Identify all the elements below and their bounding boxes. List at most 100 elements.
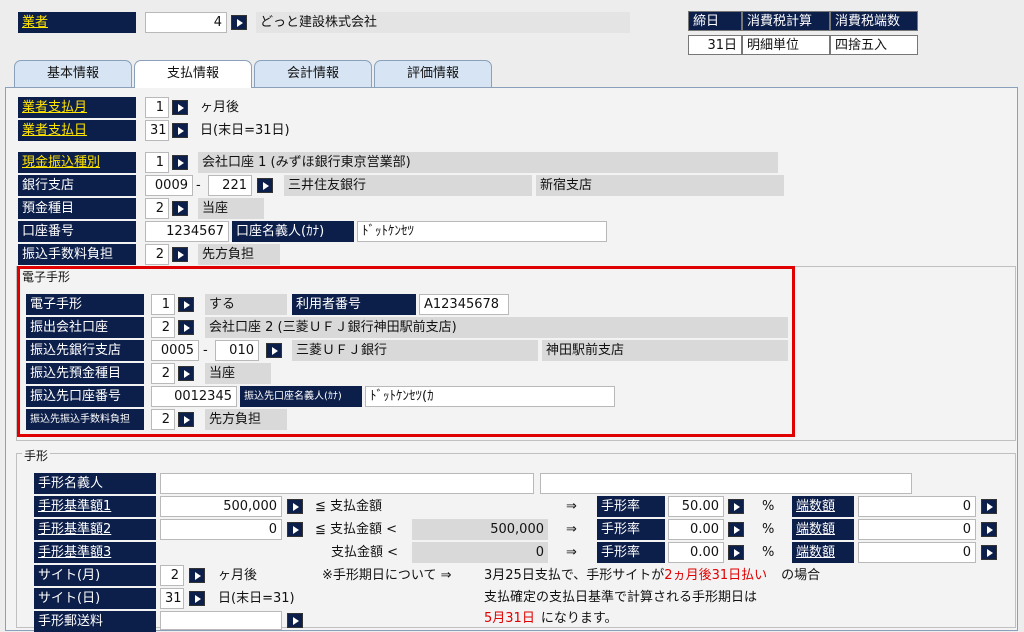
bill-postage-label: 手形郵送料	[34, 611, 156, 632]
dest-transfer-fee-button[interactable]	[178, 412, 194, 427]
bill-standard-1-op: ≦ 支払金額	[315, 499, 383, 514]
dest-deposit-type-label: 振込先預金種目	[26, 363, 144, 384]
bill-holder-input[interactable]	[160, 473, 534, 494]
denshi-flag-label: 電子手形	[26, 294, 144, 315]
bill-rate-2-unit: %	[762, 522, 775, 537]
bill-standard-2-input[interactable]: 0	[160, 519, 282, 540]
dest-account-number-label: 振込先口座番号	[26, 386, 144, 407]
transfer-fee-button[interactable]	[172, 247, 188, 262]
deposit-type-label: 預金種目	[18, 198, 136, 219]
denshi-flag-name: する	[205, 294, 287, 315]
bill-rate-1-button[interactable]	[728, 499, 744, 514]
account-number-label: 口座番号	[18, 221, 136, 242]
cash-transfer-type-input[interactable]: 1	[145, 152, 169, 173]
summary-header-closing-day: 締日	[688, 11, 742, 31]
issuing-account-label: 振出会社口座	[26, 317, 144, 338]
tegata-group-title: 手形	[22, 447, 51, 465]
bill-rate-2-label: 手形率	[597, 519, 665, 540]
site-day-label: サイト(日)	[34, 588, 156, 609]
account-holder-input[interactable]: ﾄﾞｯﾄｹﾝｾﾂ	[357, 221, 607, 242]
transfer-fee-input[interactable]: 2	[145, 244, 169, 265]
note-line-a: 3月25日支払で、手形サイトが2ヵ月後31日払い の場合	[484, 565, 820, 586]
site-day-input[interactable]: 31	[160, 588, 184, 609]
summary-tax-rounding: 四捨五入	[830, 35, 918, 55]
bank-lookup-button[interactable]	[257, 178, 273, 193]
vendor-name: どっと建設株式会社	[256, 12, 630, 33]
fraction-3-button[interactable]	[981, 545, 997, 560]
dest-transfer-fee-label: 振込先振込手数料負担	[26, 409, 144, 430]
account-number-input[interactable]: 1234567	[145, 221, 229, 242]
cash-transfer-type-name: 会社口座 1 (みずほ銀行東京営業部)	[198, 152, 778, 173]
fraction-2-input[interactable]: 0	[858, 519, 976, 540]
fraction-2-button[interactable]	[981, 522, 997, 537]
bill-standard-1-input[interactable]: 500,000	[160, 496, 282, 517]
bank-code-input[interactable]: 0009	[145, 175, 193, 196]
note-line-c: 5月31日 になります。	[484, 608, 618, 629]
rate-arrow-2: ⇒	[566, 522, 577, 537]
bill-standard-1-button[interactable]	[287, 499, 303, 514]
bill-rate-3-input[interactable]: 0.00	[668, 542, 724, 563]
dest-account-number-input[interactable]: 0012345	[151, 386, 237, 407]
user-number-input[interactable]: A12345678	[419, 294, 509, 315]
bill-standard-2-label: 手形基準額2	[34, 519, 156, 540]
fraction-3-input[interactable]: 0	[858, 542, 976, 563]
bill-postage-input[interactable]	[160, 611, 282, 630]
site-day-button[interactable]	[189, 591, 205, 606]
dest-bank-branch-label: 振込先銀行支店	[26, 340, 144, 361]
bill-rate-2-button[interactable]	[728, 522, 744, 537]
summary-closing-day: 31日	[688, 35, 742, 55]
site-month-button[interactable]	[189, 568, 205, 583]
bill-holder-kana-input[interactable]	[540, 473, 912, 494]
tab-accounting-info[interactable]: 会計情報	[254, 60, 372, 87]
payment-day-input[interactable]: 31	[145, 120, 169, 141]
note-line-b: 支払確定の支払日基準で計算される手形期日は	[484, 590, 758, 605]
vendor-code-input[interactable]: 4	[145, 12, 227, 33]
bill-postage-button[interactable]	[287, 613, 303, 628]
bill-standard-3-label: 手形基準額3	[34, 542, 156, 563]
bill-rate-3-label: 手形率	[597, 542, 665, 563]
deposit-type-button[interactable]	[172, 201, 188, 216]
denshi-flag-input[interactable]: 1	[151, 294, 175, 315]
bill-rate-3-unit: %	[762, 545, 775, 560]
bill-standard-2-button[interactable]	[287, 522, 303, 537]
dest-bank-lookup-button[interactable]	[266, 343, 282, 358]
fraction-1-input[interactable]: 0	[858, 496, 976, 517]
note-c-tail: になります。	[540, 611, 618, 626]
cash-transfer-type-button[interactable]	[172, 155, 188, 170]
issuing-account-button[interactable]	[178, 320, 194, 335]
payment-day-button[interactable]	[172, 123, 188, 138]
dest-deposit-type-input[interactable]: 2	[151, 363, 175, 384]
bank-dash: -	[196, 178, 201, 193]
tab-basic-info[interactable]: 基本情報	[14, 60, 132, 87]
denshi-flag-button[interactable]	[178, 297, 194, 312]
fraction-3-label: 端数額	[792, 542, 854, 563]
branch-name: 新宿支店	[536, 175, 784, 196]
dest-bank-code-input[interactable]: 0005	[151, 340, 199, 361]
payment-month-button[interactable]	[172, 100, 188, 115]
transfer-fee-label: 振込手数料負担	[18, 244, 136, 265]
issuing-account-input[interactable]: 2	[151, 317, 175, 338]
payment-month-input[interactable]: 1	[145, 97, 169, 118]
tab-evaluation-info[interactable]: 評価情報	[374, 60, 492, 87]
vendor-lookup-button[interactable]	[231, 15, 247, 30]
bill-standard-1-label: 手形基準額1	[34, 496, 156, 517]
dest-transfer-fee-input[interactable]: 2	[151, 409, 175, 430]
dest-deposit-type-button[interactable]	[178, 366, 194, 381]
bill-holder-label: 手形名義人	[34, 473, 156, 494]
dest-account-holder-input[interactable]: ﾄﾞｯﾄｹﾝｾﾂ(ｶ	[365, 386, 615, 407]
dest-transfer-fee-name: 先方負担	[205, 409, 287, 430]
user-number-label: 利用者番号	[292, 294, 416, 315]
rate-arrow-3: ⇒	[566, 545, 577, 560]
note-c-red: 5月31日	[484, 611, 535, 626]
bill-rate-1-input[interactable]: 50.00	[668, 496, 724, 517]
dest-bank-name: 三菱ＵＦＪ銀行	[292, 340, 538, 361]
bill-rate-2-input[interactable]: 0.00	[668, 519, 724, 540]
dest-deposit-type-name: 当座	[205, 363, 271, 384]
fraction-1-button[interactable]	[981, 499, 997, 514]
branch-code-input[interactable]: 221	[208, 175, 252, 196]
deposit-type-input[interactable]: 2	[145, 198, 169, 219]
dest-branch-code-input[interactable]: 010	[215, 340, 259, 361]
site-month-input[interactable]: 2	[160, 565, 184, 586]
bill-rate-3-button[interactable]	[728, 545, 744, 560]
tab-payment-info[interactable]: 支払情報	[134, 60, 252, 88]
